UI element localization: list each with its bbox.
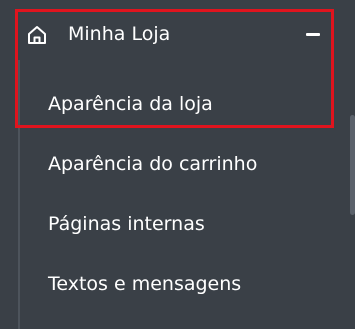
- store-menu-panel: Minha Loja Aparência da loja Aparência d…: [0, 0, 355, 329]
- nav-item-aparencia-do-carrinho[interactable]: Aparência do carrinho: [48, 152, 257, 176]
- highlight-box: [15, 9, 334, 128]
- nav-item-paginas-internas[interactable]: Páginas internas: [48, 212, 205, 236]
- scrollbar-thumb[interactable]: [350, 115, 355, 215]
- nav-item-textos-e-mensagens[interactable]: Textos e mensagens: [48, 272, 241, 296]
